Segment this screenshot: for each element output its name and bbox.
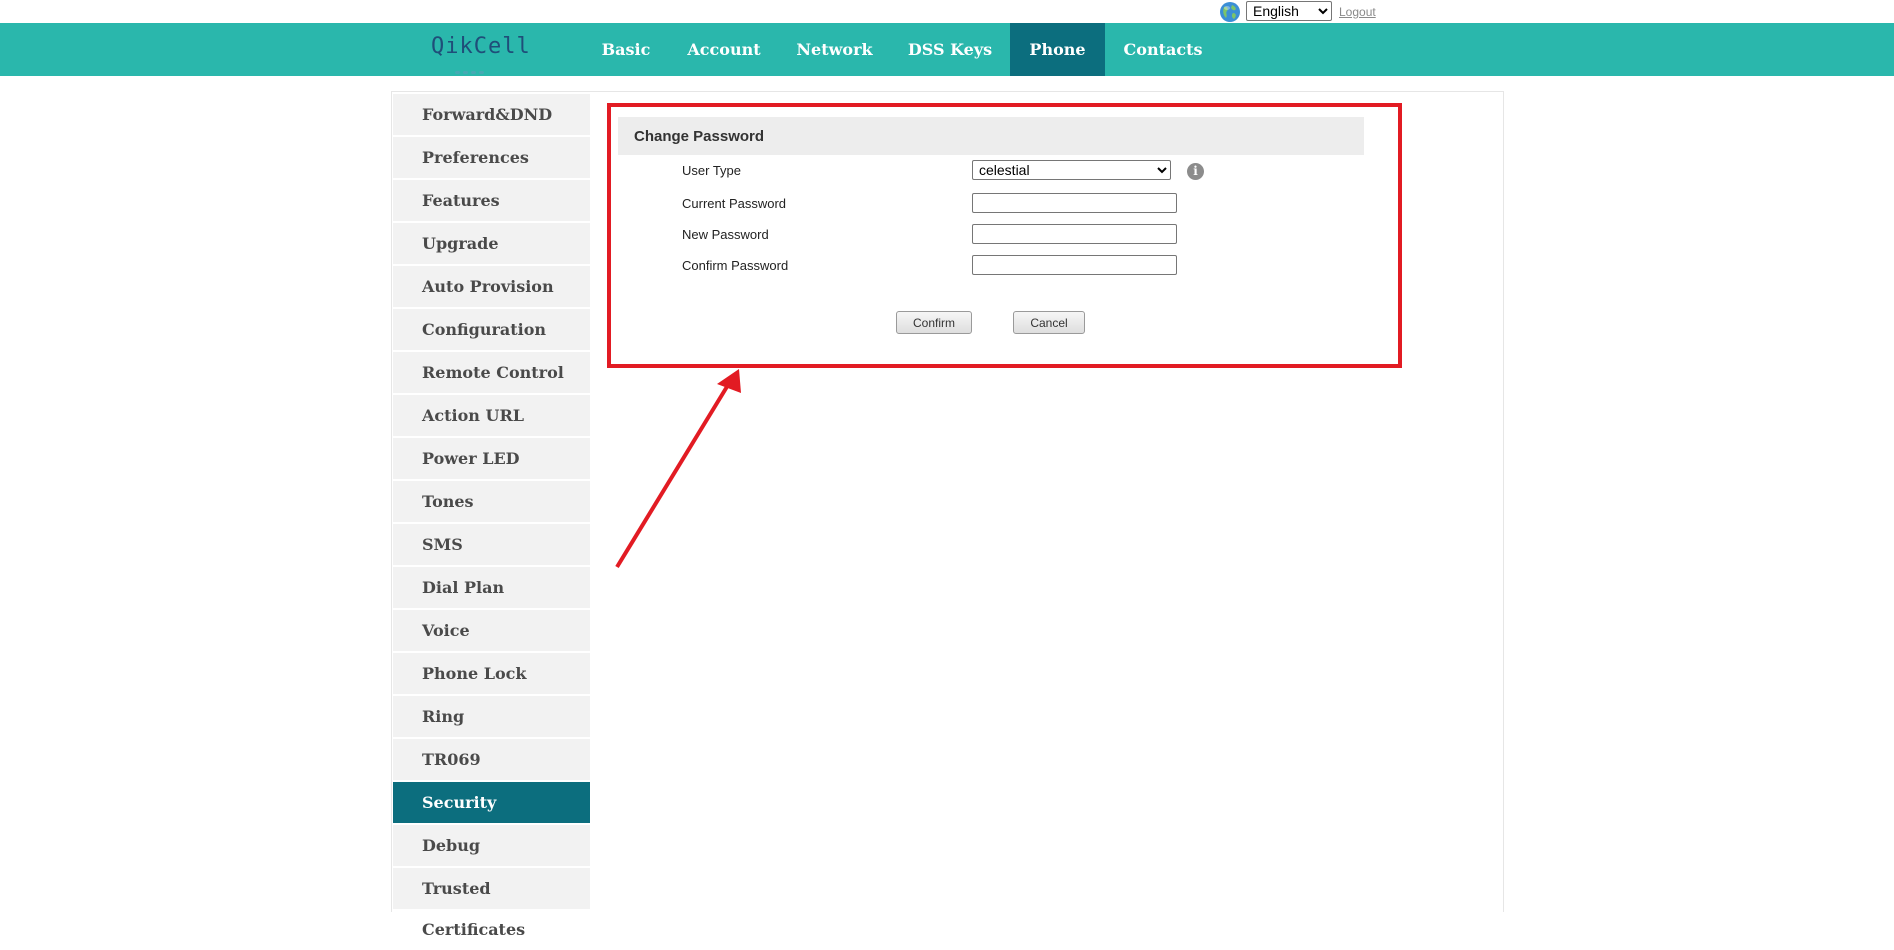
logout-link[interactable]: Logout — [1339, 5, 1376, 19]
sidebar-item-features[interactable]: Features — [393, 180, 590, 221]
sidebar-item-phone-lock[interactable]: Phone Lock — [393, 653, 590, 694]
sidebar-item-configuration[interactable]: Configuration — [393, 309, 590, 350]
annotation-highlight-box — [607, 103, 1402, 368]
sidebar-item-power-led[interactable]: Power LED — [393, 438, 590, 479]
sidebar-item-sms[interactable]: SMS — [393, 524, 590, 565]
sidebar-item-debug[interactable]: Debug — [393, 825, 590, 866]
nav-tab-basic[interactable]: Basic — [591, 23, 661, 76]
language-select[interactable]: English — [1246, 1, 1332, 21]
sidebar-item-auto-provision[interactable]: Auto Provision — [393, 266, 590, 307]
sidebar-item-security[interactable]: Security — [393, 782, 590, 823]
sidebar-item-remote-control[interactable]: Remote Control — [393, 352, 590, 393]
sidebar-item-upgrade[interactable]: Upgrade — [393, 223, 590, 264]
nav-tab-phone[interactable]: Phone — [1010, 23, 1105, 76]
globe-icon — [1220, 2, 1240, 22]
nav-tab-account[interactable]: Account — [679, 23, 769, 76]
nav-tab-dss-keys[interactable]: DSS Keys — [902, 23, 998, 76]
nav-tab-contacts[interactable]: Contacts — [1117, 23, 1209, 76]
sidebar-item-ring[interactable]: Ring — [393, 696, 590, 737]
sidebar-item-action-url[interactable]: Action URL — [393, 395, 590, 436]
top-utility-bar: English Logout — [0, 0, 1894, 23]
nav-tab-network[interactable]: Network — [788, 23, 881, 76]
sidebar-item-trusted-certificates[interactable]: Trusted Certificates — [393, 868, 590, 939]
sidebar-item-tr069[interactable]: TR069 — [393, 739, 590, 780]
brand-logo: QikCell — [431, 34, 531, 59]
sidebar-item-forward-dnd[interactable]: Forward&DND — [393, 94, 590, 135]
logo-underline-decoration — [455, 61, 495, 74]
main-nav-bar: QikCell Basic Account Network DSS Keys P… — [0, 23, 1894, 76]
sidebar-item-voice[interactable]: Voice — [393, 610, 590, 651]
sidebar-menu: Forward&DND Preferences Features Upgrade… — [393, 94, 590, 939]
sidebar-item-preferences[interactable]: Preferences — [393, 137, 590, 178]
sidebar-item-tones[interactable]: Tones — [393, 481, 590, 522]
sidebar-item-dial-plan[interactable]: Dial Plan — [393, 567, 590, 608]
